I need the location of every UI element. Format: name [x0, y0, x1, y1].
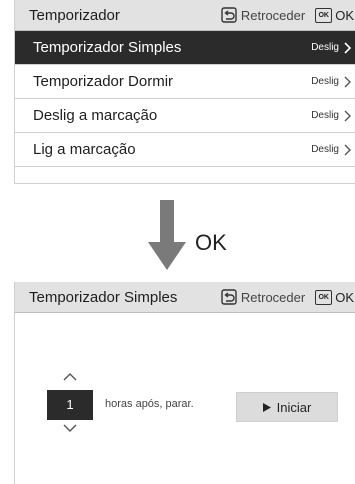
menu-item-label: Lig a marcação — [33, 141, 136, 158]
ok-key-icon[interactable]: OK — [315, 7, 333, 23]
hours-value-field[interactable]: 1 — [47, 390, 93, 420]
header-actions: Retroceder OK OK — [221, 282, 354, 312]
menu-item-lig-marcacao[interactable]: Lig a marcação Deslig — [15, 133, 355, 167]
screen-title: Temporizador Simples — [29, 288, 178, 306]
chevron-right-icon — [344, 42, 352, 54]
play-icon — [262, 402, 271, 412]
menu-item-value: Deslig — [311, 76, 339, 87]
menu-item-label: Temporizador Dormir — [33, 73, 174, 90]
ok-label[interactable]: OK — [335, 8, 354, 23]
menu-item-label: Temporizador Simples — [33, 39, 182, 56]
back-icon[interactable] — [221, 7, 237, 23]
start-button[interactable]: Iniciar — [236, 392, 338, 422]
simple-timer-screen: Temporizador Simples Retroceder OK OK 1 … — [14, 282, 355, 484]
chevron-right-icon — [344, 144, 351, 156]
chevron-up-icon[interactable] — [63, 372, 77, 381]
menu-item-value: Deslig — [311, 144, 339, 155]
down-arrow-icon — [148, 200, 186, 270]
screen-header: Temporizador Simples Retroceder OK OK — [15, 282, 355, 313]
back-label[interactable]: Retroceder — [241, 8, 305, 23]
screen-title: Temporizador — [29, 6, 120, 24]
menu-item-temporizador-simples[interactable]: Temporizador Simples Deslig — [15, 31, 355, 65]
ok-key-icon[interactable]: OK — [315, 289, 333, 305]
menu-item-value: Deslig — [311, 110, 339, 121]
screen-header: Temporizador Retroceder OK OK — [15, 0, 355, 31]
start-button-label: Iniciar — [276, 399, 312, 415]
menu-item-label: Deslig a marcação — [33, 107, 158, 124]
header-actions: Retroceder OK OK — [221, 0, 354, 30]
menu-item-deslig-marcacao[interactable]: Deslig a marcação Deslig — [15, 99, 355, 133]
back-icon[interactable] — [221, 289, 237, 305]
back-label[interactable]: Retroceder — [241, 290, 305, 305]
timer-menu-screen: Temporizador Retroceder OK OK Temporizad… — [14, 0, 355, 184]
menu-item-temporizador-dormir[interactable]: Temporizador Dormir Deslig — [15, 65, 355, 99]
hours-suffix-label: horas após, parar. — [105, 398, 194, 410]
chevron-right-icon — [344, 110, 351, 122]
ok-label[interactable]: OK — [335, 290, 354, 305]
transition-label: OK — [195, 230, 227, 255]
chevron-right-icon — [344, 76, 351, 88]
transition-indicator: OK — [0, 200, 355, 270]
chevron-down-icon[interactable] — [63, 424, 77, 433]
menu-item-value: Deslig — [311, 42, 339, 53]
